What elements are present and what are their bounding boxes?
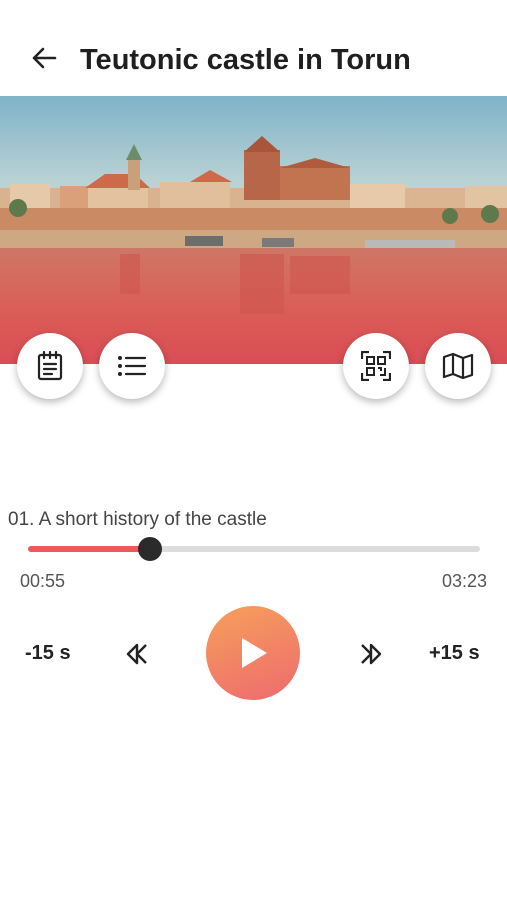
notepad-icon <box>37 351 63 381</box>
playlist-button[interactable] <box>99 333 165 399</box>
previous-button[interactable] <box>122 640 152 668</box>
double-chevron-right-icon <box>361 643 382 665</box>
total-time: 03:23 <box>441 571 487 591</box>
page-title: Teutonic castle in Torun <box>80 44 411 76</box>
play-icon <box>242 638 267 668</box>
elapsed-time: 00:55 <box>20 571 66 591</box>
forward-15-button[interactable]: +15 s <box>429 642 480 665</box>
qr-scan-button[interactable] <box>343 333 409 399</box>
track-title: 01. A short history of the castle <box>8 509 267 530</box>
arrow-left-icon <box>32 47 57 69</box>
progress-fill <box>28 546 151 552</box>
app-header: Teutonic castle in Torun <box>0 0 507 96</box>
progress-handle[interactable] <box>138 537 163 561</box>
map-icon <box>442 352 474 380</box>
map-button[interactable] <box>425 333 491 399</box>
qr-scan-icon <box>361 351 391 381</box>
progress-slider[interactable] <box>28 533 480 565</box>
rewind-15-button[interactable]: -15 s <box>25 642 71 665</box>
back-button[interactable] <box>28 42 60 74</box>
hero-image <box>0 96 507 364</box>
notes-button[interactable] <box>17 333 83 399</box>
next-button[interactable] <box>356 640 386 668</box>
list-icon <box>118 356 147 376</box>
double-chevron-left-icon <box>126 643 147 665</box>
play-button[interactable] <box>206 606 300 700</box>
